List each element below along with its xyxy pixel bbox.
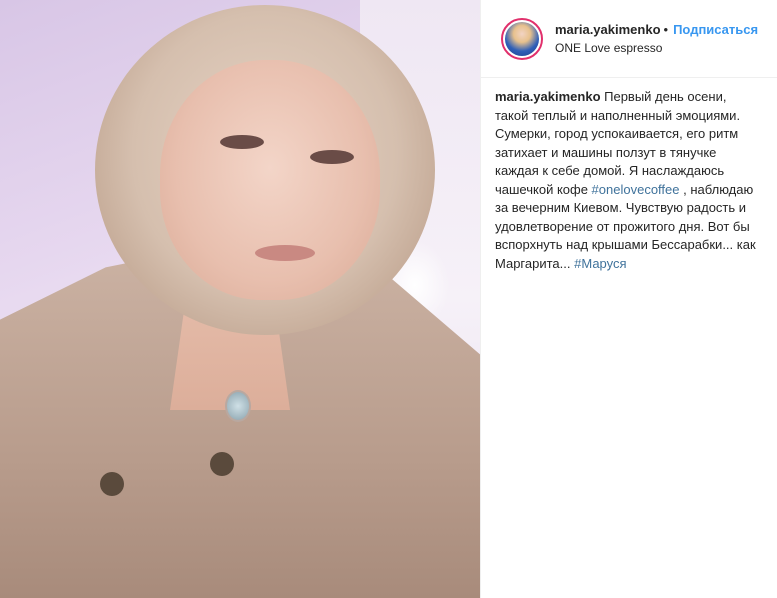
hashtag-onelovecoffee[interactable]: #onelovecoffee [592,182,680,197]
jacket-button [100,472,124,496]
post-caption: maria.yakimenko Первый день осени, такой… [481,78,777,273]
left-eye [220,135,264,149]
avatar-image [505,21,539,56]
hashtag-marusya[interactable]: #Маруся [574,256,626,271]
location-link[interactable]: ONE Love espresso [555,41,758,55]
caption-username[interactable]: maria.yakimenko [495,89,601,104]
post-header: maria.yakimenko • Подписаться ONE Love e… [481,0,777,78]
header-top-line: maria.yakimenko • Подписаться [555,22,758,38]
separator-dot: • [663,22,669,37]
face [160,60,380,300]
username-link[interactable]: maria.yakimenko [555,22,661,38]
post-photo[interactable] [0,0,480,598]
header-text: maria.yakimenko • Подписаться ONE Love e… [555,22,758,55]
post-sidebar: maria.yakimenko • Подписаться ONE Love e… [480,0,777,598]
right-eye [310,150,354,164]
instagram-post: maria.yakimenko • Подписаться ONE Love e… [0,0,777,598]
profile-avatar[interactable] [501,17,543,60]
lips [255,245,315,261]
jacket-button [210,452,234,476]
pendant [225,390,251,422]
follow-button[interactable]: Подписаться [673,22,758,38]
caption-text-1: Первый день осени, такой теплый и наполн… [495,89,741,197]
